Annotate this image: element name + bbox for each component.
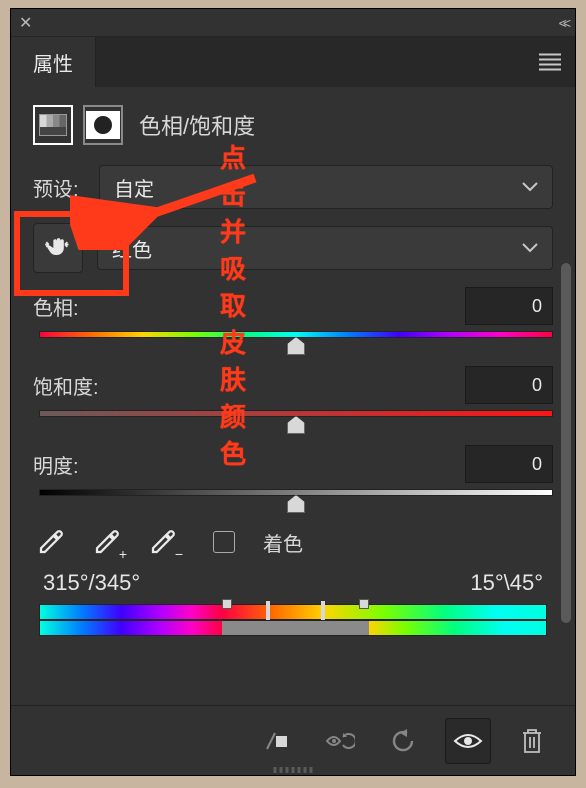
hue-input[interactable] xyxy=(465,287,553,325)
panel-footer xyxy=(11,705,575,775)
toggle-visibility-button[interactable] xyxy=(445,718,491,764)
properties-panel: ✕ << 属性 色相/饱和度 预设: 自定 xyxy=(10,8,576,776)
eyedropper-button[interactable] xyxy=(33,524,69,560)
channel-row: 红色 xyxy=(33,223,553,273)
preset-select[interactable]: 自定 xyxy=(99,165,553,209)
colorize-checkbox[interactable] xyxy=(213,531,235,553)
tab-properties[interactable]: 属性 xyxy=(11,37,96,87)
reset-button[interactable] xyxy=(381,718,427,764)
eye-icon xyxy=(453,731,483,751)
lightness-slider[interactable] xyxy=(39,489,553,496)
hue-range-spectrum[interactable] xyxy=(33,604,553,636)
range-right: 15°\45° xyxy=(470,570,543,596)
lightness-input[interactable] xyxy=(465,445,553,483)
lightness-label: 明度: xyxy=(33,450,79,479)
spectrum-top xyxy=(39,604,547,620)
saturation-input[interactable] xyxy=(465,366,553,404)
chevron-down-icon xyxy=(522,182,538,192)
scrollbar-thumb[interactable] xyxy=(561,263,571,623)
panel-titlebar: ✕ << xyxy=(11,9,575,37)
hue-label: 色相: xyxy=(33,292,79,321)
eyedropper-add-button[interactable]: + xyxy=(89,524,125,560)
close-icon[interactable]: ✕ xyxy=(19,13,32,33)
hue-sat-icon xyxy=(39,114,67,136)
chevron-down-icon xyxy=(522,243,538,253)
hand-icon xyxy=(44,234,72,262)
delete-button[interactable] xyxy=(509,718,555,764)
eyedropper-row: + − 着色 xyxy=(33,524,553,560)
tab-label: 属性 xyxy=(33,48,73,77)
collapse-icon[interactable]: << xyxy=(559,15,567,31)
colorize-label: 着色 xyxy=(263,528,303,557)
hue-range-readout: 315°/345° 15°\45° xyxy=(33,570,553,596)
channel-select[interactable]: 红色 xyxy=(97,226,553,270)
layer-mask-icon[interactable] xyxy=(83,105,123,145)
slider-thumb[interactable] xyxy=(287,495,305,513)
panel-menu-icon[interactable] xyxy=(539,54,561,71)
slider-thumb[interactable] xyxy=(287,337,305,355)
tab-bar: 属性 xyxy=(11,37,575,87)
adjustment-type-icon[interactable] xyxy=(33,105,73,145)
panel-content: 色相/饱和度 预设: 自定 红色 xyxy=(11,87,575,707)
slider-thumb[interactable] xyxy=(287,416,305,434)
preset-value: 自定 xyxy=(114,173,154,202)
preset-label: 预设: xyxy=(33,173,89,202)
resize-grip[interactable] xyxy=(274,767,313,773)
saturation-slider[interactable] xyxy=(39,410,553,417)
adjustment-header: 色相/饱和度 xyxy=(33,105,553,145)
panel-title: 色相/饱和度 xyxy=(139,109,255,141)
saturation-label: 饱和度: xyxy=(33,371,99,400)
lightness-row: 明度: xyxy=(33,445,553,483)
hue-row: 色相: xyxy=(33,287,553,325)
preset-row: 预设: 自定 xyxy=(33,165,553,209)
view-previous-button[interactable] xyxy=(317,718,363,764)
range-left: 315°/345° xyxy=(43,570,140,596)
saturation-row: 饱和度: xyxy=(33,366,553,404)
channel-value: 红色 xyxy=(112,234,152,263)
plus-icon: + xyxy=(119,546,127,562)
range-marker[interactable] xyxy=(222,599,232,609)
range-marker[interactable] xyxy=(359,599,369,609)
trash-icon xyxy=(521,728,543,754)
eyedropper-subtract-button[interactable]: − xyxy=(145,524,181,560)
clip-to-layer-button[interactable] xyxy=(253,718,299,764)
mask-icon xyxy=(86,111,120,139)
spectrum-bottom xyxy=(39,620,547,636)
minus-icon: − xyxy=(175,546,183,562)
hue-slider[interactable] xyxy=(39,331,553,338)
targeted-adjustment-button[interactable] xyxy=(33,223,83,273)
